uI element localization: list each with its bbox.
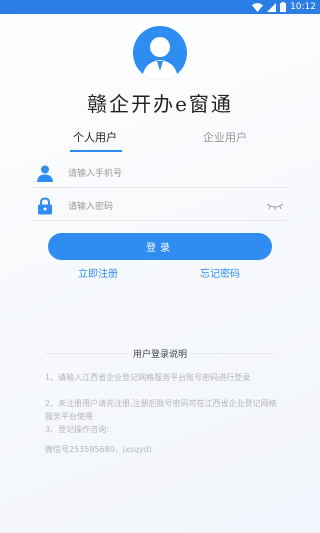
notice-item: 3、登记操作咨询: [45,425,109,434]
notice-item: 1、请输入江西省企业登记网格服务平台账号密码进行登录 [45,373,251,382]
notice-item: 2、未注册用户请先注册,注册后账号密码可在江西省企业登记网格服务平台使用 [45,399,277,421]
app-title: 赣企开办e窗通 [87,92,233,116]
eye-closed-icon[interactable] [266,202,284,210]
signal-icon [267,2,277,12]
status-time: 10:12 [290,2,316,12]
status-bar: 10:12 [0,0,320,14]
lock-icon [38,197,52,215]
phone-field [34,161,286,188]
password-field [34,194,286,221]
forgot-password-link[interactable]: 忘记密码 [200,265,240,280]
register-link[interactable]: 立即注册 [78,265,118,280]
login-button[interactable]: 登录 [48,233,272,260]
notice-item: 微信号253595680，jxsqyd) [45,445,152,454]
wifi-icon [252,2,264,12]
login-tabs: 个人用户 企业用户 [0,130,320,152]
tab-enterprise-user[interactable]: 企业用户 [203,130,247,146]
avatar [133,26,187,80]
tab-personal-user[interactable]: 个人用户 [73,130,117,146]
active-tab-indicator [70,150,122,152]
password-input[interactable] [66,197,260,217]
avatar-icon [142,37,178,80]
notice-divider-right [193,353,275,354]
battery-icon [280,2,287,12]
phone-input[interactable] [66,164,260,184]
user-icon [37,165,53,182]
status-icons: 10:12 [252,1,316,13]
